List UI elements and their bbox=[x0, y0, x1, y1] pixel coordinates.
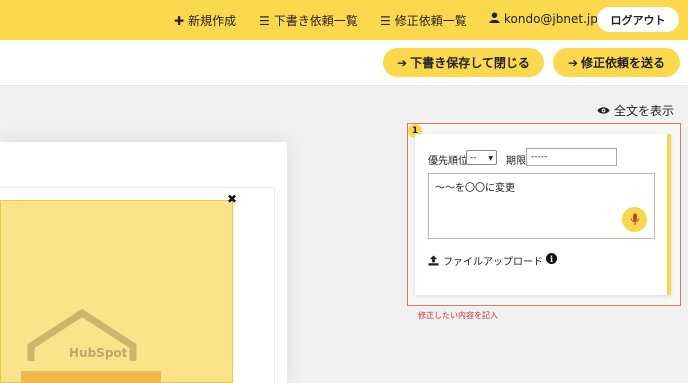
chevron-down-icon: ▼ bbox=[488, 155, 493, 162]
show-full-text-label: 全文を表示 bbox=[614, 104, 675, 118]
nav-revisions-label: 修正依頼一覧 bbox=[394, 14, 467, 28]
microphone-button[interactable] bbox=[622, 207, 647, 232]
nav-new-label: 新規作成 bbox=[188, 14, 237, 28]
logout-button[interactable]: ログアウト bbox=[597, 7, 679, 32]
nav-revisions-link[interactable]: ☰ 修正依頼一覧 bbox=[380, 12, 467, 29]
nav-new-link[interactable]: ✚ 新規作成 bbox=[174, 12, 236, 29]
show-full-text-toggle[interactable]: 全文を表示 bbox=[597, 102, 674, 119]
close-icon[interactable]: ✖ bbox=[227, 192, 237, 206]
upload-icon bbox=[428, 255, 439, 266]
nav-user[interactable]: kondo@jbnet.jp bbox=[489, 12, 598, 26]
arrow-right-icon: ➔ bbox=[397, 55, 408, 70]
send-revision-button[interactable]: ➔ 修正依頼を送る bbox=[553, 48, 680, 77]
microphone-icon bbox=[630, 213, 639, 226]
save-draft-close-button[interactable]: ➔ 下書き保存して閉じる bbox=[383, 48, 544, 77]
selected-region-highlight[interactable]: HubSpot bbox=[0, 200, 233, 383]
comment-textarea[interactable]: 〜〜を〇〇に変更 bbox=[428, 173, 655, 239]
nav-drafts-label: 下書き依頼一覧 bbox=[273, 14, 358, 28]
deadline-input[interactable]: ----- bbox=[526, 148, 617, 166]
list-icon: ☰ bbox=[259, 13, 270, 28]
plus-icon: ✚ bbox=[174, 13, 185, 28]
info-icon[interactable]: i bbox=[546, 253, 557, 264]
arrow-right-icon: ➔ bbox=[567, 55, 579, 70]
top-nav-bar: ✚ 新規作成 ☰ 下書き依頼一覧 ☰ 修正依頼一覧 kondo@jbnet.jp… bbox=[0, 0, 688, 40]
priority-select[interactable]: -- ▼ bbox=[466, 150, 497, 165]
comment-hint-text: 修正したい内容を記入 bbox=[418, 311, 498, 320]
send-revision-label: 修正依頼を送る bbox=[581, 56, 666, 70]
list-icon: ☰ bbox=[380, 13, 391, 28]
user-icon bbox=[489, 12, 500, 26]
card-accent-stripe bbox=[667, 134, 671, 295]
priority-label: 優先順位 bbox=[428, 156, 468, 167]
file-upload-button[interactable]: ファイルアップロード bbox=[428, 253, 543, 268]
deadline-label: 期限 bbox=[506, 156, 526, 167]
divider bbox=[0, 187, 274, 188]
file-upload-label: ファイルアップロード bbox=[443, 257, 543, 268]
nav-drafts-link[interactable]: ☰ 下書き依頼一覧 bbox=[259, 12, 358, 29]
eye-icon bbox=[597, 104, 610, 118]
svg-text:HubSpot: HubSpot bbox=[69, 346, 128, 360]
action-toolbar: ➔ 下書き保存して閉じる ➔ 修正依頼を送る bbox=[0, 40, 688, 86]
priority-value: -- bbox=[470, 152, 477, 163]
nav-user-label: kondo@jbnet.jp bbox=[504, 12, 598, 26]
save-draft-close-label: 下書き保存して閉じる bbox=[410, 56, 530, 70]
divider bbox=[274, 187, 275, 383]
